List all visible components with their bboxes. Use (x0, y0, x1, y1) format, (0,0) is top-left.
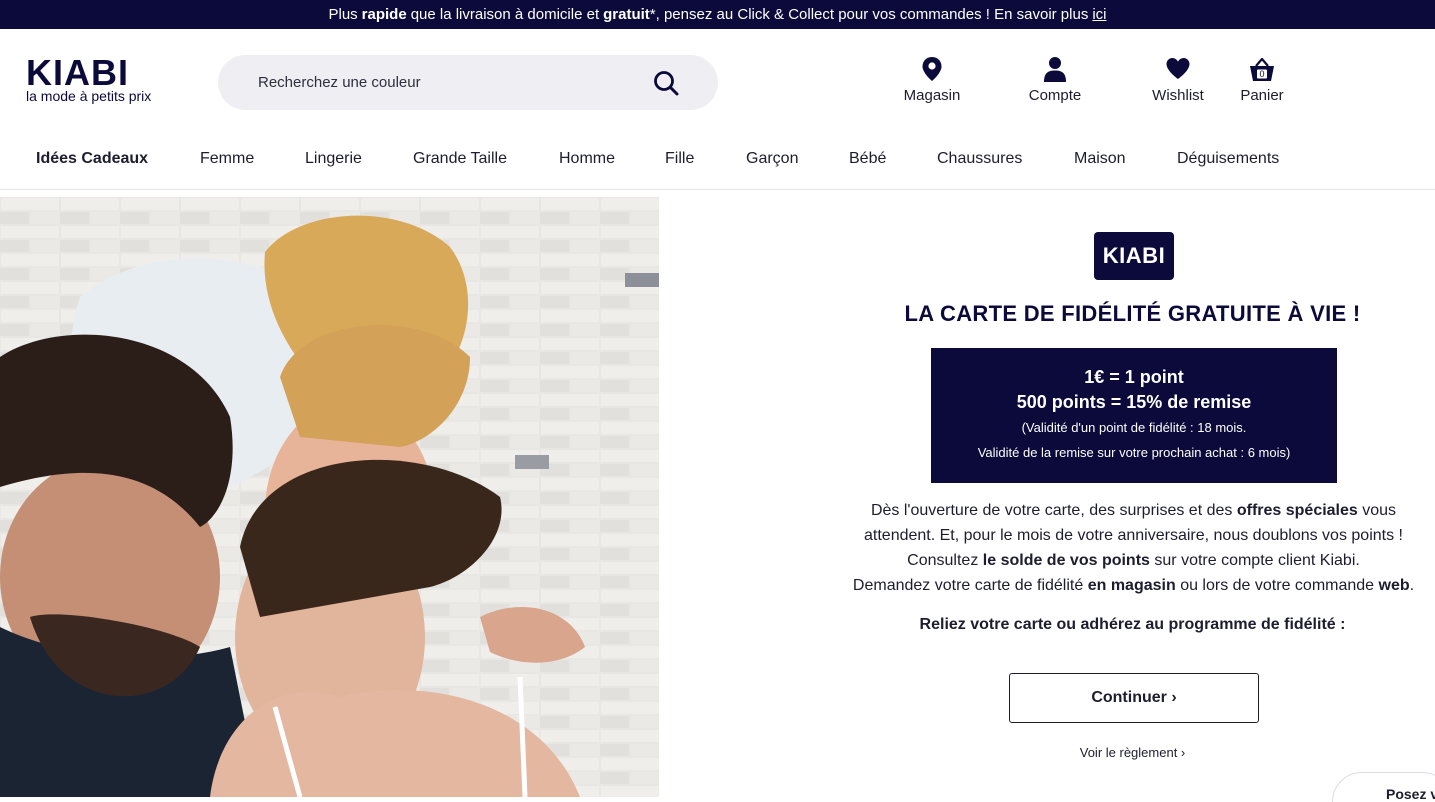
desc-text: Dès l'ouverture de votre carte, des surp… (870, 502, 1233, 519)
account-link[interactable]: Compte (1010, 56, 1100, 104)
user-icon (1044, 57, 1066, 82)
desc-text: sur votre compte client Kiabi. (1154, 552, 1360, 569)
basket-icon: 0 (1250, 57, 1274, 81)
store-label: Magasin (903, 87, 961, 104)
kiabi-card-badge: KIABI (1094, 232, 1174, 280)
nav-idees-cadeaux[interactable]: Idées Cadeaux (36, 150, 148, 168)
nav-chaussures[interactable]: Chaussures (937, 150, 1022, 168)
desc-bold: en magasin (1087, 577, 1176, 594)
loyalty-title: LA CARTE DE FIDÉLITÉ GRATUITE À VIE ! (904, 301, 1361, 326)
cart-link[interactable]: 0 Panier (1217, 56, 1307, 104)
continue-button[interactable]: Continuer › (1009, 673, 1259, 723)
loyalty-cta-text: Reliez votre carte ou adhérez au program… (919, 616, 1346, 633)
nav-femme[interactable]: Femme (200, 150, 254, 168)
desc-bold: web (1378, 577, 1410, 594)
desc-bold: le solde de vos points (982, 552, 1150, 569)
nav-grande-taille[interactable]: Grande Taille (413, 150, 507, 168)
nav-divider (0, 189, 1435, 190)
points-rule-2: 500 points = 15% de remise (1016, 392, 1252, 412)
nav-garcon[interactable]: Garçon (746, 150, 798, 168)
loyalty-panel: KIABI LA CARTE DE FIDÉLITÉ GRATUITE À VI… (830, 197, 1435, 802)
desc-bold: offres spéciales (1236, 502, 1358, 519)
cart-label: Panier (1240, 87, 1284, 104)
desc-line-4: Demandez votre carte de fidélité en maga… (840, 573, 1427, 598)
desc-text: Demandez votre carte de fidélité (852, 577, 1084, 594)
account-label: Compte (1028, 87, 1082, 104)
nav-homme[interactable]: Homme (559, 150, 615, 168)
desc-text: vous (1362, 502, 1397, 519)
loyalty-points-box: 1€ = 1 point 500 points = 15% de remise … (931, 348, 1337, 483)
main-nav: Idées Cadeaux Femme Lingerie Grande Tail… (0, 140, 1435, 180)
banner-link[interactable]: ici (1092, 6, 1106, 23)
store-link[interactable]: Magasin (887, 56, 977, 104)
rules-link[interactable]: Voir le règlement › (830, 745, 1435, 760)
points-validity: (Validité d'un point de fidélité : 18 mo… (1021, 420, 1247, 435)
desc-text: . (1409, 577, 1415, 594)
hero-family-photo (0, 197, 659, 797)
loyalty-description: Dès l'ouverture de votre carte, des surp… (840, 498, 1427, 598)
desc-line-1: Dès l'ouverture de votre carte, des surp… (840, 498, 1427, 523)
discount-validity: Validité de la remise sur votre prochain… (977, 445, 1291, 460)
desc-text: ou lors de votre commande (1180, 577, 1375, 594)
wishlist-label: Wishlist (1152, 87, 1204, 104)
wishlist-link[interactable]: Wishlist (1133, 56, 1223, 104)
banner-text-4: gratuit (603, 6, 650, 23)
nav-lingerie[interactable]: Lingerie (305, 150, 362, 168)
desc-line-2: attendent. Et, pour le mois de votre ann… (864, 527, 1403, 544)
points-rule-1: 1€ = 1 point (1084, 367, 1184, 387)
banner-text-5: *, pensez au Click & Collect pour vos co… (649, 6, 1089, 23)
promo-banner: Plus rapide que la livraison à domicile … (0, 0, 1435, 29)
desc-text: Consultez (907, 552, 979, 569)
nav-maison[interactable]: Maison (1074, 150, 1126, 168)
location-pin-icon (922, 57, 942, 81)
nav-fille[interactable]: Fille (665, 150, 694, 168)
desc-line-3: Consultez le solde de vos points sur vot… (840, 548, 1427, 573)
nav-bebe[interactable]: Bébé (849, 150, 886, 168)
nav-deguisements[interactable]: Déguisements (1177, 150, 1279, 168)
cart-count: 0 (1259, 69, 1264, 79)
heart-icon (1166, 58, 1190, 79)
banner-text-3: que la livraison à domicile et (410, 6, 600, 23)
banner-text-2: rapide (361, 6, 407, 23)
banner-text-1: Plus (328, 6, 358, 23)
chat-widget[interactable]: Posez v (1332, 772, 1435, 802)
